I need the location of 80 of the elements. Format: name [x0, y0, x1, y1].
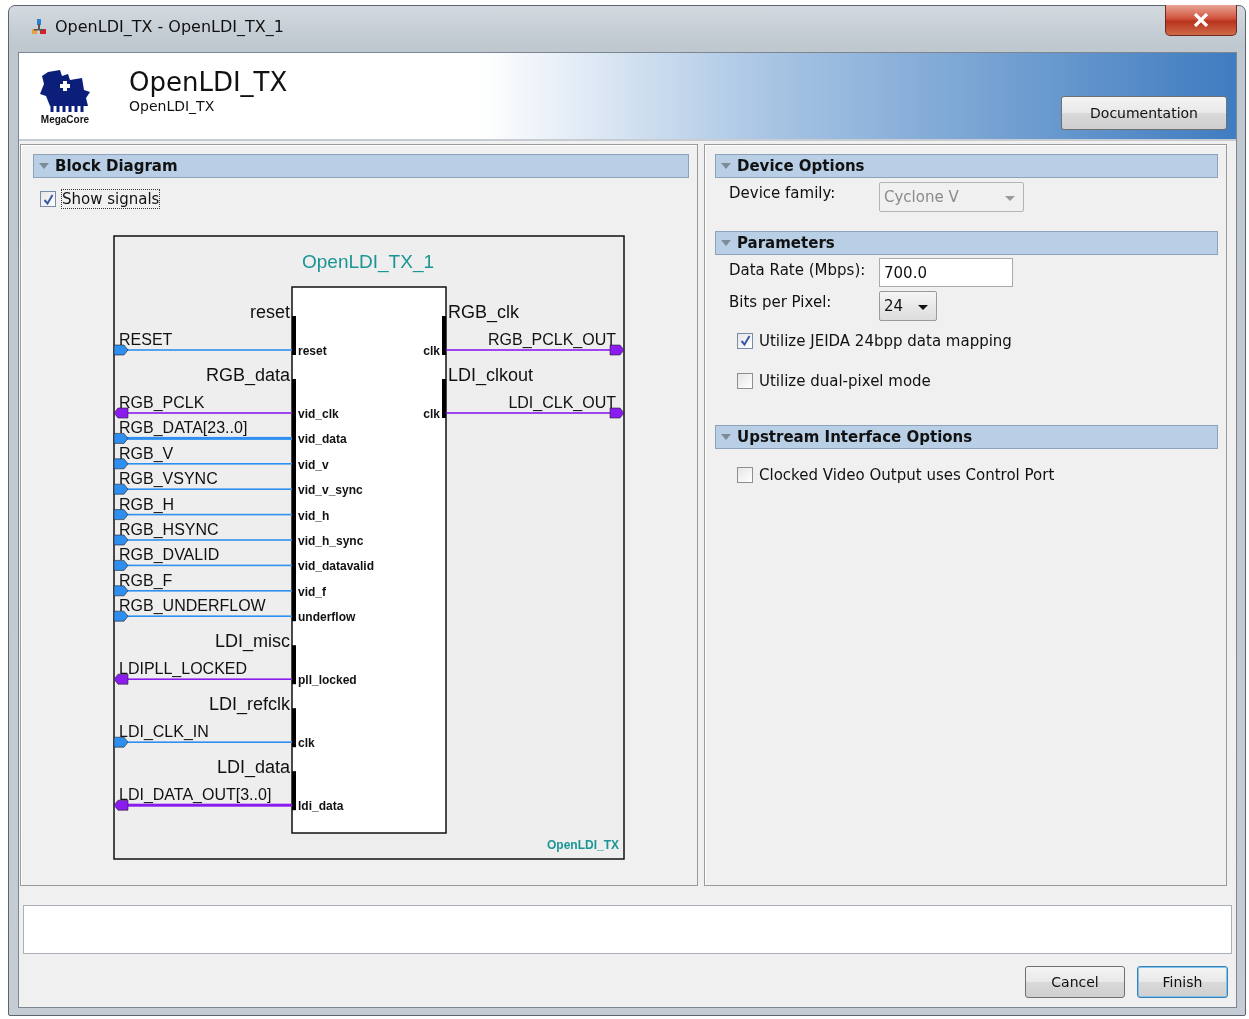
port-name: clk — [423, 407, 440, 421]
interface-name: LDI_refclk — [208, 694, 290, 715]
dialog-button[interactable]: Cancel — [1025, 966, 1125, 998]
field-label: Data Rate (Mbps): — [729, 260, 867, 279]
pin-icon — [113, 344, 129, 356]
section-heading[interactable]: Device Options — [715, 154, 1218, 178]
section-heading[interactable]: Parameters — [715, 231, 1218, 255]
signal-name: RGB_V — [119, 444, 174, 462]
signal-name: LDI_CLK_OUT — [508, 394, 616, 411]
interface-bar — [292, 645, 296, 685]
chip-logo-icon — [38, 67, 92, 114]
checkbox[interactable] — [40, 191, 56, 207]
interface-name: RGB_clk — [448, 302, 519, 322]
interface-bar — [292, 316, 296, 355]
field-label: Bits per Pixel: — [729, 292, 833, 311]
port-name: vid_datavalid — [298, 559, 375, 574]
port-name: vid_h_sync — [298, 534, 364, 548]
port-name: vid_h — [298, 508, 330, 523]
signal-name: RGB_DATA[23..0] — [119, 419, 248, 437]
signal-name: RGB_UNDERFLOW — [119, 597, 266, 615]
port-name: ldi_data — [298, 799, 344, 814]
signal-name: RGB_F — [119, 571, 173, 589]
caret-icon — [918, 304, 928, 310]
interface-bar — [292, 708, 296, 748]
caret-icon — [1005, 195, 1015, 201]
component-name: OpenLDI_TX — [547, 838, 619, 852]
interface-name: reset — [249, 302, 290, 322]
window-title: OpenLDI_TX - OpenLDI_TX_1 — [55, 17, 284, 36]
triangle-icon[interactable] — [721, 163, 731, 169]
interface-name: LDI_misc — [215, 631, 290, 652]
interface-name: LDI_clkout — [448, 365, 534, 385]
component-title: OpenLDI_TX — [129, 66, 288, 98]
field-label: Device family: — [729, 183, 837, 202]
signal-name: RGB_H — [119, 495, 175, 513]
checkbox-label[interactable]: Show signals — [62, 190, 160, 208]
port-name: clk — [423, 344, 440, 358]
section-heading[interactable]: Block Diagram — [33, 154, 689, 178]
signal-name: RGB_PCLK — [119, 394, 205, 411]
text-field[interactable]: 700.0 — [879, 258, 1013, 287]
triangle-icon[interactable] — [721, 434, 731, 440]
close-icon — [1193, 13, 1209, 27]
interface-bar — [442, 379, 446, 418]
signal-name: RGB_VSYNC — [119, 470, 218, 488]
logo-text: MegaCore — [40, 113, 90, 125]
checkbox[interactable] — [737, 332, 753, 349]
interface-bar — [292, 771, 296, 811]
checkbox[interactable] — [737, 372, 753, 389]
interface-name: LDI_data — [216, 757, 290, 778]
signal-name: RGB_HSYNC — [119, 521, 219, 538]
checkbox[interactable] — [737, 466, 753, 483]
signal-name: LDI_CLK_IN — [119, 723, 209, 741]
dropdown[interactable]: 24 — [879, 291, 937, 321]
interface-name: RGB_data — [205, 365, 290, 385]
checkbox-label[interactable]: Utilize JEIDA 24bpp data mapping — [759, 331, 1012, 350]
triangle-icon[interactable] — [721, 240, 731, 246]
app-icon — [31, 18, 47, 36]
signal-name: LDIPLL_LOCKED — [119, 660, 248, 678]
signal-name: LDI_DATA_OUT[3..0] — [119, 786, 272, 804]
port-name: vid_data — [298, 432, 347, 447]
checkbox-label[interactable]: Utilize dual-pixel mode — [759, 371, 931, 390]
signal-name: RGB_PCLK_OUT — [487, 331, 616, 348]
checkbox-label[interactable]: Clocked Video Output uses Control Port — [759, 465, 1055, 484]
port-name: reset — [298, 344, 327, 358]
port-name: vid_clk — [298, 407, 339, 421]
port-name: vid_v_sync — [298, 483, 363, 498]
section-heading[interactable]: Upstream Interface Options — [715, 425, 1218, 449]
port-name: pll_locked — [298, 673, 357, 688]
instance-name: OpenLDI_TX_1 — [302, 251, 434, 272]
port-name: underflow — [298, 610, 356, 625]
signal-name: RGB_DVALID — [119, 546, 220, 564]
documentation-button[interactable]: Documentation — [1061, 96, 1227, 130]
port-name: vid_v — [298, 457, 329, 472]
dialog-button[interactable]: Finish — [1137, 966, 1228, 998]
interface-bar — [442, 316, 446, 355]
port-name: clk — [298, 736, 315, 751]
port-name: vid_f — [298, 584, 326, 599]
signal-name: RESET — [119, 331, 173, 348]
component-subtitle: OpenLDI_TX — [129, 98, 216, 114]
close-button[interactable] — [1165, 5, 1237, 36]
triangle-icon[interactable] — [39, 163, 49, 169]
